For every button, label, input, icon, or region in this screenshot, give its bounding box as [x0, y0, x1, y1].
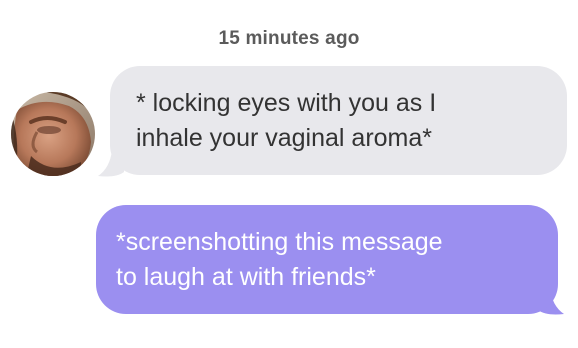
- chat-screen: 15 minutes ago * locking eyes with you a…: [0, 0, 578, 348]
- message-timestamp: 15 minutes ago: [218, 28, 360, 49]
- incoming-message-line-2: inhale your vaginal aroma*: [136, 124, 433, 152]
- avatar-photo-icon: [11, 92, 95, 176]
- outgoing-message-line-1: *screenshotting this message: [116, 228, 443, 256]
- outgoing-message-bubble[interactable]: *screenshotting this message to laugh at…: [96, 205, 558, 314]
- outgoing-message-line-2: to laugh at with friends*: [116, 263, 376, 291]
- incoming-message-line-1: * locking eyes with you as I: [136, 89, 437, 117]
- incoming-message-bubble[interactable]: * locking eyes with you as I inhale your…: [110, 66, 567, 175]
- sender-avatar[interactable]: [11, 92, 95, 176]
